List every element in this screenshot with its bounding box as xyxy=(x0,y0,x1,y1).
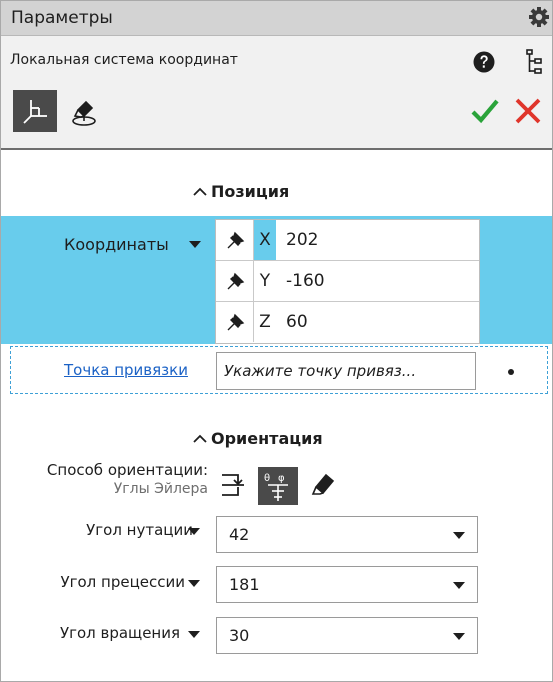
coordinates-label: Координаты xyxy=(64,235,169,254)
command-title: Локальная система координат xyxy=(10,52,238,68)
orientation-by-object-icon[interactable] xyxy=(308,471,338,499)
svg-text:θ: θ xyxy=(264,473,270,484)
precession-angle-value: 181 xyxy=(229,575,260,594)
snap-point-indicator[interactable] xyxy=(508,369,514,375)
nutation-angle-mode-dropdown[interactable] xyxy=(188,528,200,535)
lcs-by-position-button[interactable] xyxy=(13,90,57,132)
chevron-down-icon xyxy=(453,633,465,640)
rotation-angle-mode-dropdown[interactable] xyxy=(188,631,200,638)
chevron-up-icon xyxy=(193,434,207,443)
gear-icon[interactable] xyxy=(528,6,550,28)
coordinates-table: X 202 Y -160 Z 60 xyxy=(215,219,480,344)
position-section-toggle[interactable]: Позиция xyxy=(193,182,289,201)
panel-header: Локальная система координат xyxy=(1,36,552,150)
orientation-section-toggle[interactable]: Ориентация xyxy=(193,429,323,448)
panel-title: Параметры xyxy=(11,8,113,28)
pin-icon[interactable] xyxy=(216,302,254,342)
pin-icon[interactable] xyxy=(216,220,254,260)
coordinates-dropdown-icon[interactable] xyxy=(189,241,201,248)
coordinate-z-input[interactable]: 60 xyxy=(286,302,308,342)
coordinate-row-z: Z 60 xyxy=(216,302,479,343)
axis-label-x: X xyxy=(254,220,276,260)
orientation-section-title: Ориентация xyxy=(211,429,323,448)
precession-angle-label: Угол прецессии xyxy=(60,573,185,591)
chevron-down-icon xyxy=(453,582,465,589)
coordinate-row-y: Y -160 xyxy=(216,261,479,302)
orientation-method-value: Углы Эйлера xyxy=(113,481,208,497)
lcs-by-object-icon[interactable] xyxy=(69,96,101,128)
snap-point-link[interactable]: Точка привязки xyxy=(64,361,188,379)
chevron-down-icon xyxy=(453,532,465,539)
rotation-angle-value: 30 xyxy=(229,626,250,645)
axis-label-z: Z xyxy=(254,302,276,342)
nutation-angle-value: 42 xyxy=(229,525,250,544)
precession-angle-select[interactable]: 181 xyxy=(216,566,478,603)
close-icon[interactable] xyxy=(513,96,543,126)
precession-angle-mode-dropdown[interactable] xyxy=(188,580,200,587)
nutation-angle-select[interactable]: 42 xyxy=(216,516,478,553)
axes-icon xyxy=(23,100,47,124)
rotation-angle-label: Угол вращения xyxy=(59,624,180,642)
panel-title-bar: Параметры xyxy=(1,1,552,36)
help-icon[interactable] xyxy=(473,51,495,73)
nutation-angle-label: Угол нутации xyxy=(86,521,193,539)
orientation-method-label: Способ ориентации: xyxy=(46,461,208,479)
svg-text:φ: φ xyxy=(278,473,285,484)
coordinate-y-input[interactable]: -160 xyxy=(286,261,325,301)
orientation-by-axes-icon[interactable] xyxy=(218,471,248,499)
axis-label-y: Y xyxy=(254,261,276,301)
euler-angles-icon[interactable]: θ φ xyxy=(258,467,298,505)
rotation-angle-select[interactable]: 30 xyxy=(216,617,478,654)
pin-icon[interactable] xyxy=(216,261,254,301)
snap-point-field[interactable]: Укажите точку привяз... xyxy=(216,352,476,390)
checkmark-icon[interactable] xyxy=(470,96,500,126)
chevron-up-icon xyxy=(193,187,207,196)
coordinate-row-x: X 202 xyxy=(216,220,479,261)
position-section-title: Позиция xyxy=(211,182,290,201)
coordinate-x-input[interactable]: 202 xyxy=(286,220,318,260)
tree-icon[interactable] xyxy=(525,48,547,76)
